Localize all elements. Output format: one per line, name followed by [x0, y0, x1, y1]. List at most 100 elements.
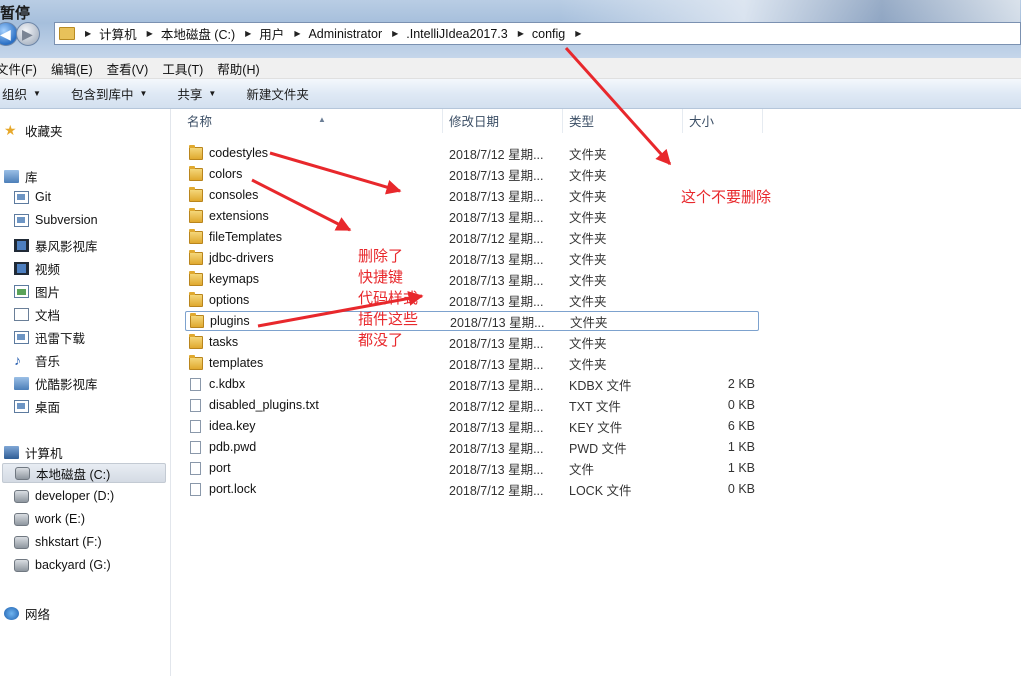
nav-library-music[interactable]: ♪ 音乐 [14, 351, 60, 370]
star-icon: ★ [4, 122, 17, 138]
nav-label: 音乐 [35, 355, 61, 369]
nav-libraries[interactable]: 库 [4, 167, 38, 186]
file-type: 文件夹 [569, 210, 607, 225]
column-header-type[interactable]: 类型 [563, 109, 683, 133]
file-row-c-kdbx[interactable]: c.kdbx 2018/7/13 星期... KDBX 文件 2 KB [185, 374, 759, 394]
breadcrumb-item[interactable]: 用户 ▶ [259, 24, 308, 43]
nav-drive-c[interactable]: 本地磁盘 (C:) [2, 463, 166, 483]
picture-icon [14, 285, 29, 298]
file-row-port[interactable]: port 2018/7/13 星期... 文件 1 KB [185, 458, 759, 478]
file-date: 2018/7/13 星期... [449, 441, 544, 456]
nav-label: 库 [25, 171, 38, 185]
column-header-size[interactable]: 大小 [683, 109, 763, 133]
new-folder-button[interactable]: 新建文件夹 [246, 84, 309, 103]
nav-label: shkstart (F:) [35, 535, 102, 549]
folder-icon [189, 333, 203, 349]
chevron-down-icon: ▼ [33, 89, 41, 98]
file-row-port-lock[interactable]: port.lock 2018/7/12 星期... LOCK 文件 0 KB [185, 479, 759, 499]
breadcrumb-item[interactable]: Administrator ▶ [308, 27, 406, 41]
download-folder-icon [14, 331, 29, 344]
menu-view[interactable]: 查看(V) [107, 59, 149, 78]
breadcrumb-item[interactable]: config ▶ [532, 27, 590, 41]
file-type: 文件夹 [569, 147, 607, 162]
file-date: 2018/7/13 星期... [449, 168, 544, 183]
file-type: LOCK 文件 [569, 483, 632, 498]
nav-favorites[interactable]: ★ 收藏夹 [4, 121, 63, 140]
nav-drive-e[interactable]: work (E:) [14, 512, 85, 526]
menu-edit[interactable]: 编辑(E) [51, 59, 93, 78]
nav-drive-g[interactable]: backyard (G:) [14, 558, 111, 572]
breadcrumb-root-arrow[interactable]: ▶ [75, 29, 99, 38]
nav-network[interactable]: 网络 [4, 604, 50, 623]
file-row-jdbc-drivers[interactable]: jdbc-drivers 2018/7/13 星期... 文件夹 [185, 248, 759, 268]
file-row-idea-key[interactable]: idea.key 2018/7/13 星期... KEY 文件 6 KB [185, 416, 759, 436]
nav-library-git[interactable]: Git [14, 190, 51, 204]
file-name: c.kdbx [209, 377, 246, 391]
nav-label: 本地磁盘 (C:) [36, 467, 111, 482]
file-date: 2018/7/13 星期... [449, 273, 544, 288]
file-row-disabled-plugins-txt[interactable]: disabled_plugins.txt 2018/7/12 星期... TXT 文… [185, 395, 759, 415]
file-name: pdb.pwd [209, 440, 257, 454]
file-row-filetemplates[interactable]: fileTemplates 2018/7/12 星期... 文件夹 [185, 227, 759, 247]
breadcrumb-label: config [531, 26, 566, 41]
file-row-extensions[interactable]: extensions 2018/7/13 星期... 文件夹 [185, 206, 759, 226]
nav-library-baofeng[interactable]: 暴风影视库 [14, 236, 98, 255]
nav-library-pictures[interactable]: 图片 [14, 282, 60, 301]
include-in-library-button[interactable]: 包含到库中 ▼ [71, 84, 147, 103]
nav-label: 优酷影视库 [35, 378, 98, 392]
command-toolbar: 组织 ▼ 包含到库中 ▼ 共享 ▼ 新建文件夹 [0, 79, 1021, 109]
file-type: 文件夹 [569, 294, 607, 309]
column-header-name[interactable]: 名称 ▲ [181, 109, 443, 133]
breadcrumb-item[interactable]: 计算机 ▶ [99, 24, 161, 43]
file-name: extensions [209, 209, 269, 223]
menu-file[interactable]: 文件(F) [0, 59, 37, 78]
address-bar[interactable]: ▶ 计算机 ▶ 本地磁盘 (C:) ▶ 用户 ▶ Administrator ▶ .In… [54, 22, 1021, 45]
nav-label: developer (D:) [35, 489, 115, 503]
file-row-options[interactable]: options 2018/7/13 星期... 文件夹 [185, 290, 759, 310]
nav-library-xunlei[interactable]: 迅雷下载 [14, 328, 85, 347]
nav-library-subversion[interactable]: Subversion [14, 213, 98, 227]
file-size: 6 KB [727, 419, 755, 433]
file-row-consoles[interactable]: consoles 2018/7/13 星期... 文件夹 [185, 185, 759, 205]
column-header-date[interactable]: 修改日期 [443, 109, 563, 133]
file-date: 2018/7/13 星期... [449, 357, 544, 372]
file-icon [190, 440, 201, 454]
file-row-plugins[interactable]: plugins 2018/7/13 星期... 文件夹 [185, 311, 759, 331]
windows-drive-icon [15, 466, 30, 480]
file-type: 文件夹 [570, 315, 608, 330]
breadcrumb-item[interactable]: .IntelliJIdea2017.3 ▶ [406, 27, 532, 41]
menu-tools[interactable]: 工具(T) [162, 59, 203, 78]
chevron-right-icon: ▶ [146, 29, 153, 38]
file-date: 2018/7/13 星期... [449, 336, 544, 351]
menu-help[interactable]: 帮助(H) [217, 59, 259, 78]
library-folder-icon [14, 190, 29, 204]
forward-button[interactable]: ▶ [16, 22, 40, 46]
annotation-keep-note: 这个不要删除 [681, 188, 772, 206]
nav-library-documents[interactable]: 文档 [14, 305, 60, 324]
nav-library-youku[interactable]: 优酷影视库 [14, 374, 98, 393]
nav-computer[interactable]: 计算机 [4, 443, 63, 462]
sort-ascending-icon: ▲ [318, 115, 326, 124]
organize-button[interactable]: 组织 ▼ [2, 84, 41, 103]
file-icon [190, 419, 201, 433]
nav-drive-d[interactable]: developer (D:) [14, 489, 114, 503]
breadcrumb-item[interactable]: 本地磁盘 (C:) ▶ [161, 24, 259, 43]
chevron-right-icon: ▶ [575, 29, 582, 38]
file-row-keymaps[interactable]: keymaps 2018/7/13 星期... 文件夹 [185, 269, 759, 289]
share-button[interactable]: 共享 ▼ [177, 84, 216, 103]
file-name: jdbc-drivers [209, 251, 274, 265]
file-row-colors[interactable]: colors 2018/7/13 星期... 文件夹 [185, 164, 759, 184]
folder-icon [189, 291, 203, 307]
file-row-tasks[interactable]: tasks 2018/7/13 星期... 文件夹 [185, 332, 759, 352]
nav-label: 暴风影视库 [35, 240, 98, 254]
file-name: idea.key [209, 419, 256, 433]
file-row-codestyles[interactable]: codestyles 2018/7/12 星期... 文件夹 [185, 143, 759, 163]
file-date: 2018/7/13 星期... [449, 462, 544, 477]
nav-library-desktop[interactable]: 桌面 [14, 397, 60, 416]
nav-drive-f[interactable]: shkstart (F:) [14, 535, 102, 549]
file-type: 文件 [569, 462, 595, 477]
drive-icon [14, 489, 29, 503]
file-row-templates[interactable]: templates 2018/7/13 星期... 文件夹 [185, 353, 759, 373]
file-row-pdb-pwd[interactable]: pdb.pwd 2018/7/13 星期... PWD 文件 1 KB [185, 437, 759, 457]
nav-library-videos[interactable]: 视频 [14, 259, 60, 278]
